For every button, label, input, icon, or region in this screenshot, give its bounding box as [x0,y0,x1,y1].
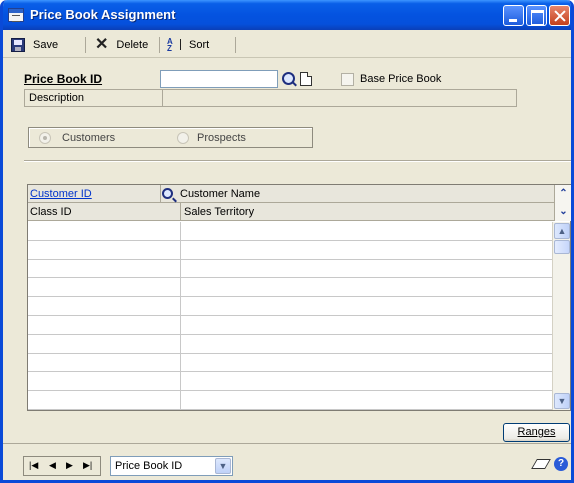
sort-by-value: Price Book ID [115,460,183,472]
table-row[interactable] [28,278,552,298]
grid-vertical-scrollbar[interactable]: ▲ ▼ [552,222,570,410]
next-record-button[interactable]: ▶ [66,460,73,471]
scroll-up-button[interactable]: ▲ [554,223,570,239]
table-row[interactable] [28,315,552,335]
save-icon [11,38,25,52]
collapse-rows-button[interactable]: ⌃ [554,185,571,203]
sort-button[interactable]: AZ Sort [167,37,209,53]
section-divider [24,160,571,162]
base-price-book-checkbox[interactable] [341,73,354,86]
last-record-button[interactable]: ▶| [83,460,92,471]
eraser-icon[interactable] [531,459,551,469]
status-bar: |◀ ◀ ▶ ▶| Price Book ID ▼ ? [3,443,571,480]
lookup-icon[interactable] [282,72,295,85]
previous-record-button[interactable]: ◀ [49,460,56,471]
description-label: Description [29,92,85,104]
assignment-grid: Customer ID Customer Name ⌃ Class ID Sal… [27,184,571,411]
table-row[interactable] [28,372,552,392]
ranges-button[interactable]: Ranges [503,423,570,442]
description-field [162,89,517,107]
minimize-button[interactable] [503,5,524,26]
price-book-assignment-window: Price Book Assignment Save ✕ Delete AZ S… [0,0,574,483]
grid-rows [28,222,552,410]
price-book-id-label[interactable]: Price Book ID [24,72,102,86]
price-book-id-field[interactable] [160,70,278,88]
record-navigation: |◀ ◀ ▶ ▶| [23,456,101,476]
toolbar-separator [159,37,160,53]
delete-label: Delete [116,39,149,51]
table-row[interactable] [28,334,552,354]
first-record-button[interactable]: |◀ [29,460,38,471]
help-icon[interactable]: ? [554,457,568,471]
delete-button[interactable]: ✕ Delete [95,37,148,53]
scrollbar-thumb[interactable] [554,240,570,254]
delete-icon: ✕ [95,36,109,53]
close-button[interactable] [549,5,570,26]
base-price-book-label: Base Price Book [360,73,442,85]
title-bar: Price Book Assignment [3,0,571,30]
ranges-button-label: Ranges [517,426,556,438]
customer-id-column-header[interactable]: Customer ID [30,188,92,200]
toolbar-separator [85,37,86,53]
customer-name-column-header: Customer Name [180,188,261,200]
table-row[interactable] [28,391,552,410]
class-id-column-header: Class ID [30,206,72,218]
customers-radio[interactable] [39,132,51,144]
customers-radio-label: Customers [62,132,116,144]
prospects-radio[interactable] [177,132,189,144]
table-row[interactable] [28,240,552,260]
column-separator [180,203,181,221]
note-icon[interactable] [300,72,312,86]
scroll-down-button[interactable]: ▼ [554,393,570,409]
grid-header-row-2: Class ID Sales Territory ⌄ [28,203,571,221]
description-row: Description [24,89,517,107]
sort-by-dropdown[interactable]: Price Book ID ▼ [110,456,233,476]
save-button[interactable]: Save [11,37,58,53]
customer-lookup-icon[interactable] [162,188,173,199]
column-separator [160,185,161,203]
maximize-button[interactable] [526,5,547,26]
expand-rows-button[interactable]: ⌄ [554,203,571,221]
customer-type-radio-group: Customers Prospects [28,127,313,148]
table-row[interactable] [28,259,552,279]
window-title: Price Book Assignment [30,7,176,22]
table-row[interactable] [28,353,552,373]
prospects-radio-label: Prospects [197,132,246,144]
table-row[interactable] [28,222,552,241]
window-icon [8,8,24,22]
chevron-down-icon[interactable]: ▼ [215,458,231,474]
grid-header-row-1: Customer ID Customer Name ⌃ [28,185,571,203]
toolbar-separator [235,37,236,53]
save-label: Save [33,39,59,51]
table-row[interactable] [28,297,552,316]
sort-icon: AZ [167,38,181,53]
sales-territory-column-header: Sales Territory [184,206,255,218]
sort-label: Sort [189,39,210,51]
toolbar: Save ✕ Delete AZ Sort [3,30,571,58]
